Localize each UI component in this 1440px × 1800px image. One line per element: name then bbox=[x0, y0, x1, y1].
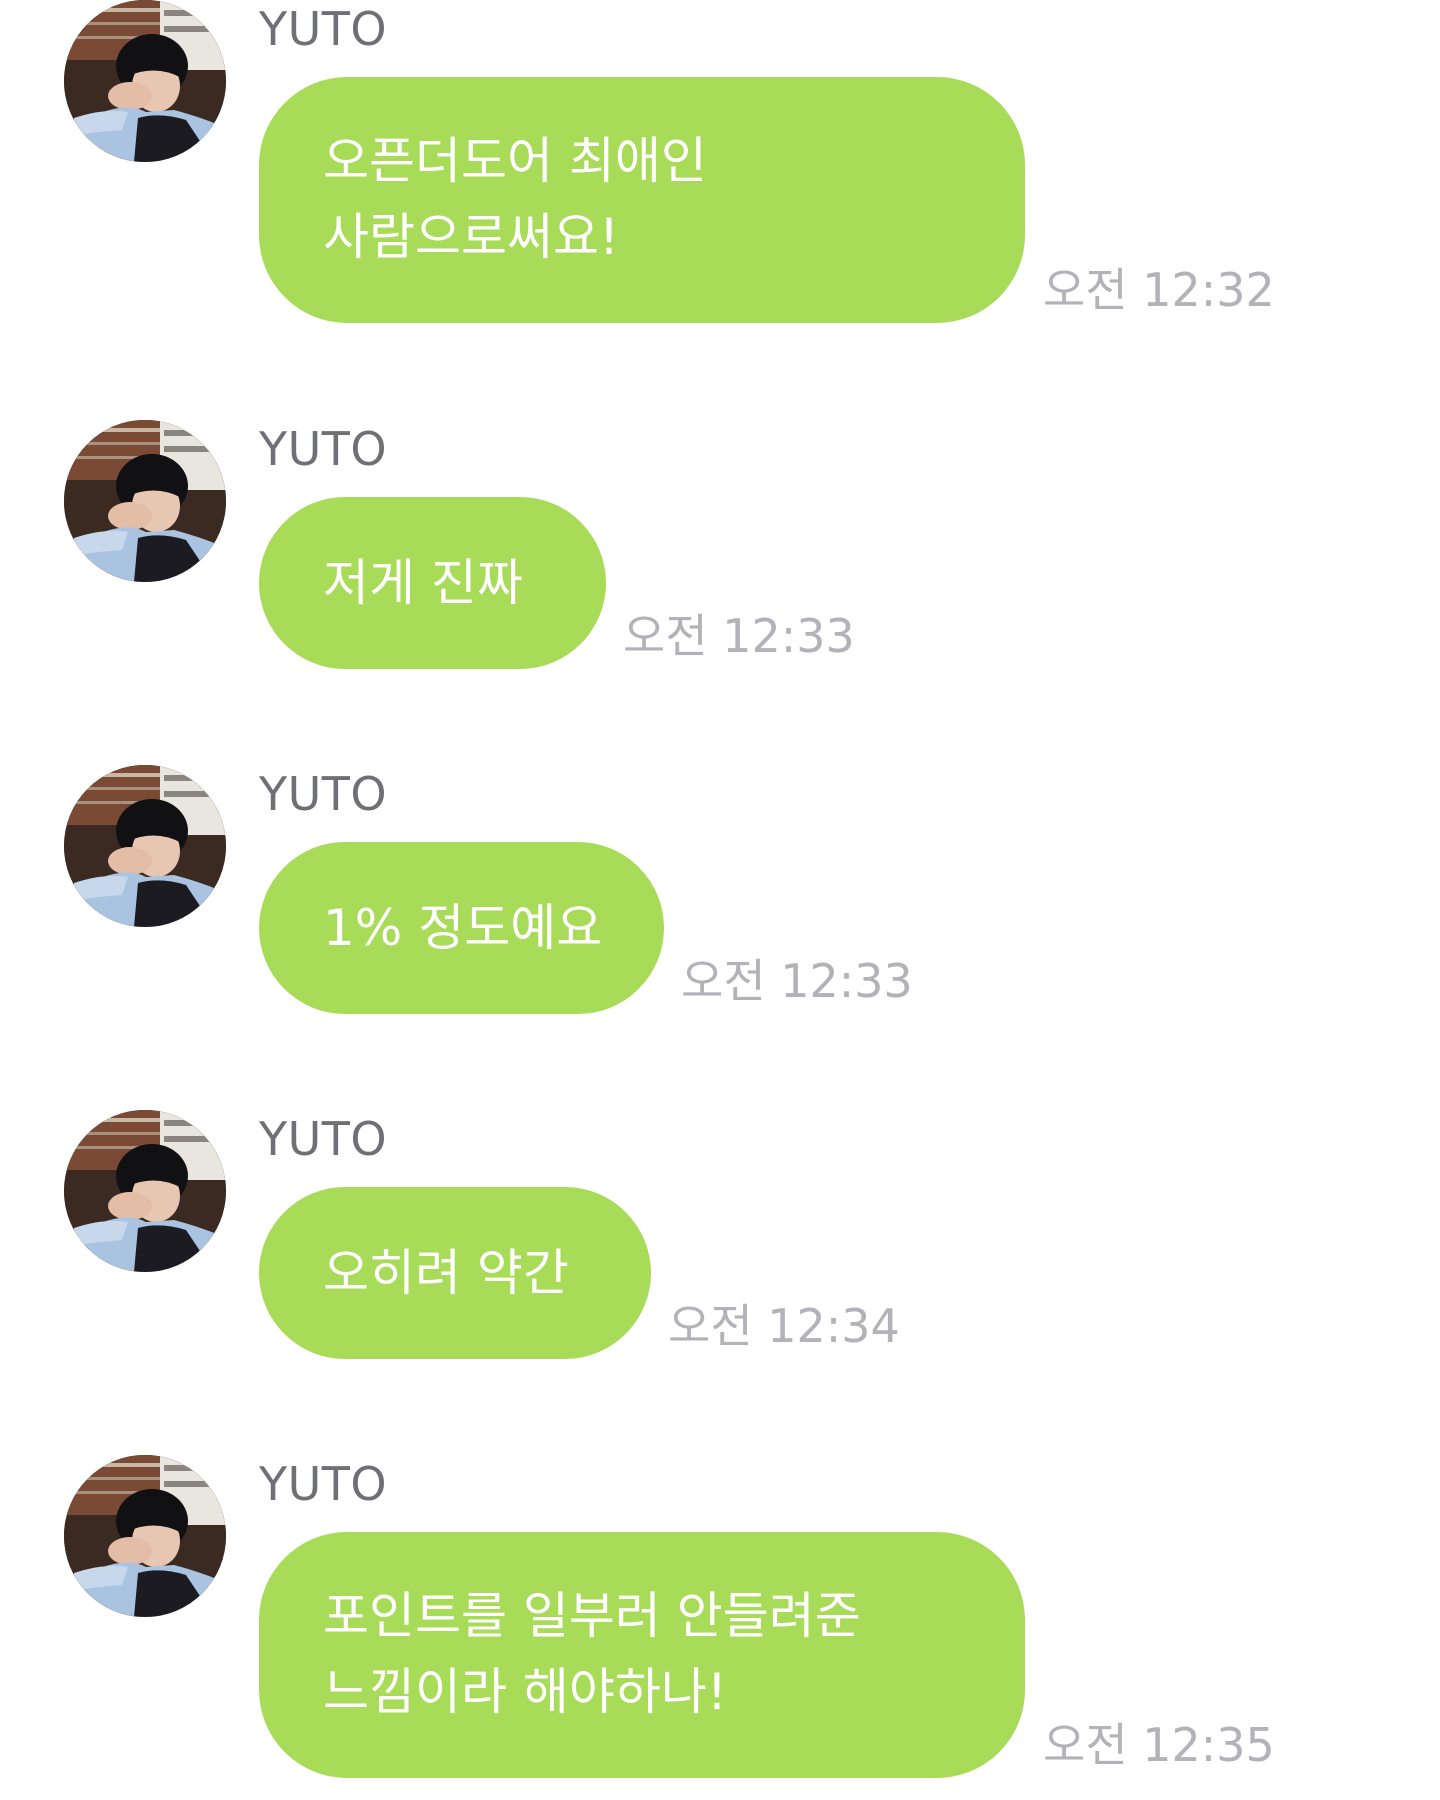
message-text: 저게 진짜 bbox=[323, 554, 523, 612]
message-bubble[interactable]: 1% 정도예요 bbox=[259, 842, 664, 1014]
profile-photo-icon bbox=[64, 1110, 226, 1272]
message-text: 사람으로써요! bbox=[323, 208, 620, 266]
message-text: 오히려 약간 bbox=[323, 1244, 569, 1302]
profile-photo-icon bbox=[64, 765, 226, 927]
avatar[interactable] bbox=[64, 1455, 226, 1617]
message-timestamp: 오전 12:33 bbox=[623, 609, 855, 663]
message-bubble[interactable]: 오히려 약간 bbox=[259, 1187, 651, 1359]
message-bubble[interactable]: 오픈더도어 최애인 사람으로써요! bbox=[259, 77, 1025, 323]
sender-name: YUTO bbox=[259, 767, 388, 821]
profile-photo-icon bbox=[64, 420, 226, 582]
message-timestamp: 오전 12:33 bbox=[681, 954, 913, 1008]
avatar[interactable] bbox=[64, 1110, 226, 1272]
message-timestamp: 오전 12:34 bbox=[668, 1299, 900, 1353]
message-text: 오픈더도어 최애인 bbox=[323, 132, 707, 190]
message-bubble[interactable]: 저게 진짜 bbox=[259, 497, 606, 669]
sender-name: YUTO bbox=[259, 1457, 388, 1511]
message-text: 느낌이라 해야하나! bbox=[323, 1663, 727, 1721]
message-timestamp: 오전 12:32 bbox=[1043, 263, 1275, 317]
message-bubble[interactable]: 포인트를 일부러 안들려준 느낌이라 해야하나! bbox=[259, 1532, 1025, 1778]
avatar[interactable] bbox=[64, 0, 226, 162]
message-text: 포인트를 일부러 안들려준 bbox=[323, 1587, 861, 1645]
sender-name: YUTO bbox=[259, 2, 388, 56]
avatar[interactable] bbox=[64, 765, 226, 927]
avatar[interactable] bbox=[64, 420, 226, 582]
sender-name: YUTO bbox=[259, 422, 388, 476]
message-text: 1% 정도예요 bbox=[323, 899, 603, 957]
profile-photo-icon bbox=[64, 0, 226, 162]
sender-name: YUTO bbox=[259, 1112, 388, 1166]
profile-photo-icon bbox=[64, 1455, 226, 1617]
message-timestamp: 오전 12:35 bbox=[1043, 1718, 1275, 1772]
